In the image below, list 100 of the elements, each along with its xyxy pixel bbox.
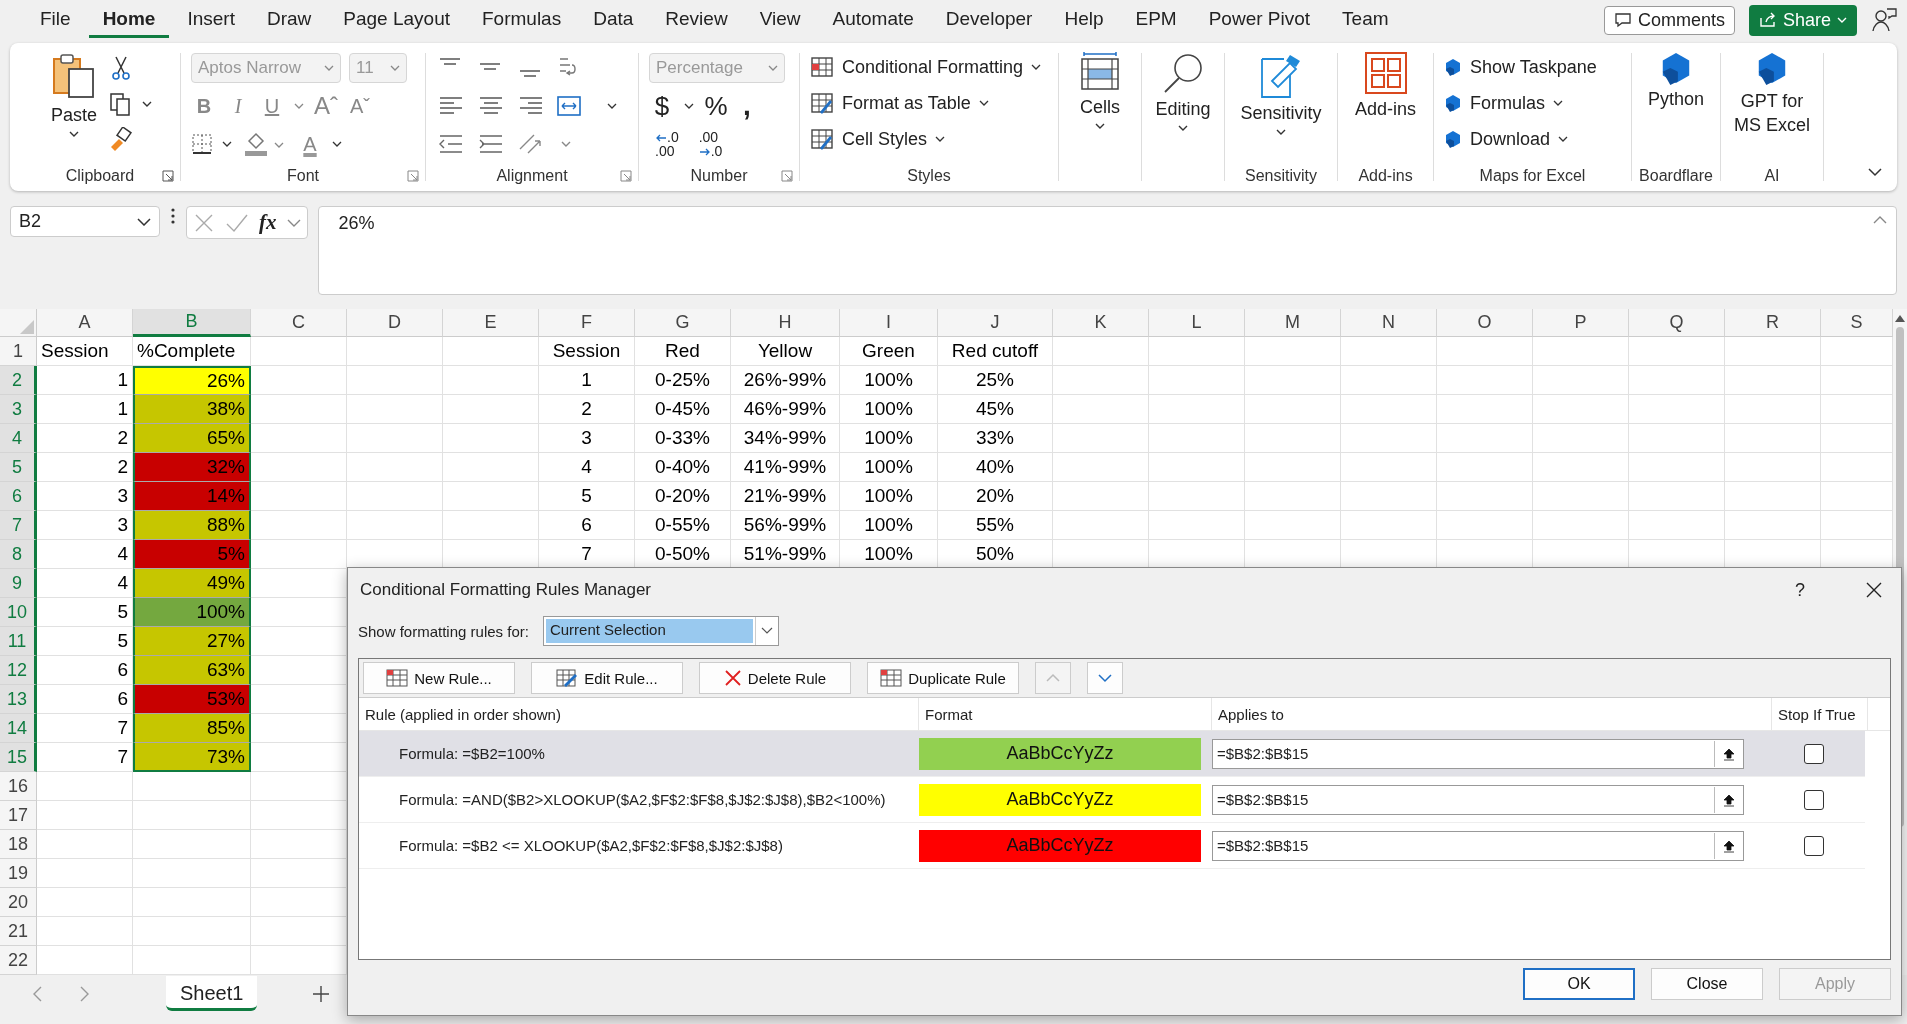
stop-if-true-checkbox[interactable] — [1804, 743, 1824, 764]
launcher-icon[interactable] — [620, 170, 632, 182]
python-button[interactable]: Python — [1643, 51, 1708, 110]
menu-tab[interactable]: Developer — [931, 2, 1047, 38]
name-box[interactable]: B2 — [10, 206, 160, 237]
column-header[interactable]: H — [731, 309, 840, 337]
row-header[interactable]: 10 — [0, 598, 37, 627]
add-sheet-icon[interactable] — [311, 983, 332, 1004]
currency-button[interactable]: $ — [649, 90, 675, 122]
comments-button[interactable]: Comments — [1603, 5, 1735, 35]
launcher-icon[interactable] — [407, 170, 419, 182]
stop-if-true-checkbox[interactable] — [1804, 835, 1824, 856]
increase-decimal-button[interactable]: .0 .00 — [649, 130, 685, 158]
menu-tab[interactable]: Page Layout — [329, 2, 464, 38]
row-header[interactable]: 19 — [0, 859, 37, 888]
menu-tab[interactable]: Insert — [173, 2, 249, 38]
help-button[interactable]: ? — [1795, 579, 1805, 601]
percent-button[interactable]: % — [703, 90, 729, 122]
collapse-dialog-icon[interactable] — [1722, 746, 1736, 761]
maps-menu-button[interactable]: Show Taskpane — [1444, 51, 1597, 83]
row-header[interactable]: 11 — [0, 627, 37, 656]
menu-tab[interactable]: Help — [1050, 2, 1118, 38]
applies-to-field[interactable]: =$B$2:$B$15 — [1212, 738, 1744, 769]
column-header[interactable]: J — [938, 309, 1053, 337]
comma-button[interactable]: , — [737, 89, 757, 123]
row-header[interactable]: 20 — [0, 888, 37, 917]
rule-row[interactable]: Formula: =$B2=100% AaBbCcYyZz =$B$2:$B$15 — [359, 731, 1865, 777]
styles-menu-button[interactable]: Format as Table — [810, 87, 989, 119]
column-header[interactable]: E — [443, 309, 539, 337]
rule-toolbar-button[interactable]: Edit Rule... — [531, 662, 683, 694]
row-header[interactable]: 16 — [0, 772, 37, 801]
menu-tab[interactable]: Data — [579, 2, 648, 38]
column-header[interactable]: D — [347, 309, 443, 337]
stop-if-true-checkbox[interactable] — [1804, 789, 1824, 810]
rule-row[interactable]: Formula: =$B2 <= XLOOKUP($A2,$F$2:$F$8,$J$2:$J$8) AaBbCcYyZz =$B$2:$B$15 — [359, 823, 1865, 869]
row-header[interactable]: 21 — [0, 917, 37, 946]
column-header[interactable]: G — [635, 309, 731, 337]
sensitivity-button[interactable]: Sensitivity — [1236, 51, 1326, 136]
scissors-icon[interactable] — [109, 55, 133, 81]
maps-menu-button[interactable]: Download — [1444, 123, 1569, 155]
insert-function-button[interactable]: fx — [259, 210, 277, 235]
rule-toolbar-button[interactable]: Delete Rule — [699, 662, 851, 694]
menu-tab[interactable]: Team — [1328, 2, 1403, 38]
gpt-button[interactable]: GPT for MS Excel — [1725, 51, 1819, 137]
person-icon[interactable] — [1871, 7, 1897, 33]
collapse-ribbon-icon[interactable] — [1867, 167, 1883, 177]
column-header[interactable]: L — [1149, 309, 1245, 337]
menu-tab[interactable]: EPM — [1121, 2, 1191, 38]
menu-tab[interactable]: File — [26, 2, 85, 38]
column-header[interactable]: N — [1341, 309, 1437, 337]
row-header[interactable]: 6 — [0, 482, 37, 511]
column-header[interactable]: B — [133, 309, 251, 337]
menu-tab[interactable]: Formulas — [468, 2, 576, 38]
rule-row[interactable]: Formula: =AND($B2>XLOOKUP($A2,$F$2:$F$8,$J$2:$J$8),$B2<100%) AaBbCcYyZz =$B$2:$B$15 — [359, 777, 1865, 823]
editing-button[interactable]: Editing — [1151, 51, 1215, 132]
more-icon[interactable] — [170, 206, 176, 226]
collapse-dialog-icon[interactable] — [1722, 838, 1736, 853]
row-header[interactable]: 1 — [0, 337, 37, 366]
launcher-icon[interactable] — [781, 170, 793, 182]
row-header[interactable]: 5 — [0, 453, 37, 482]
row-header[interactable]: 22 — [0, 946, 37, 975]
decrease-decimal-button[interactable]: .00 .0 — [692, 130, 729, 158]
row-header[interactable]: 18 — [0, 830, 37, 859]
row-header[interactable]: 14 — [0, 714, 37, 743]
column-header[interactable]: M — [1245, 309, 1341, 337]
row-header[interactable]: 2 — [0, 366, 37, 395]
caret-icon[interactable] — [331, 140, 343, 148]
rule-toolbar-button[interactable]: New Rule... — [363, 662, 515, 694]
rule-toolbar-button[interactable]: Duplicate Rule — [867, 662, 1019, 694]
column-header[interactable]: I — [840, 309, 938, 337]
column-header[interactable]: S — [1821, 309, 1893, 337]
row-header[interactable]: 15 — [0, 743, 37, 772]
collapse-dialog-icon[interactable] — [1722, 792, 1736, 807]
column-header[interactable]: C — [251, 309, 347, 337]
maps-menu-button[interactable]: Formulas — [1444, 87, 1563, 119]
collapse-icon[interactable] — [1872, 215, 1888, 225]
caret-icon[interactable] — [683, 102, 695, 110]
dialog-button[interactable]: OK — [1523, 968, 1635, 1000]
menu-tab[interactable]: View — [745, 2, 815, 38]
share-button[interactable]: Share — [1748, 4, 1857, 36]
cells-button[interactable]: Cells — [1074, 51, 1126, 130]
styles-menu-button[interactable]: Cell Styles — [810, 123, 946, 155]
close-icon[interactable] — [1865, 581, 1883, 599]
copy-icon[interactable] — [109, 91, 153, 117]
menu-tab[interactable]: Review — [651, 2, 742, 38]
move-down-button[interactable] — [1087, 662, 1123, 694]
row-header[interactable]: 4 — [0, 424, 37, 453]
paintbrush-icon[interactable] — [109, 127, 133, 153]
row-header[interactable]: 17 — [0, 801, 37, 830]
launcher-icon[interactable] — [162, 170, 174, 182]
row-header[interactable]: 8 — [0, 540, 37, 569]
applies-to-field[interactable]: =$B$2:$B$15 — [1212, 830, 1744, 861]
column-header[interactable]: F — [539, 309, 635, 337]
styles-menu-button[interactable]: Conditional Formatting — [810, 51, 1042, 83]
column-header[interactable]: Q — [1629, 309, 1725, 337]
row-header[interactable]: 7 — [0, 511, 37, 540]
menu-tab[interactable]: Power Pivot — [1194, 2, 1325, 38]
column-header[interactable]: A — [37, 309, 133, 337]
row-header[interactable]: 3 — [0, 395, 37, 424]
row-header[interactable]: 12 — [0, 656, 37, 685]
